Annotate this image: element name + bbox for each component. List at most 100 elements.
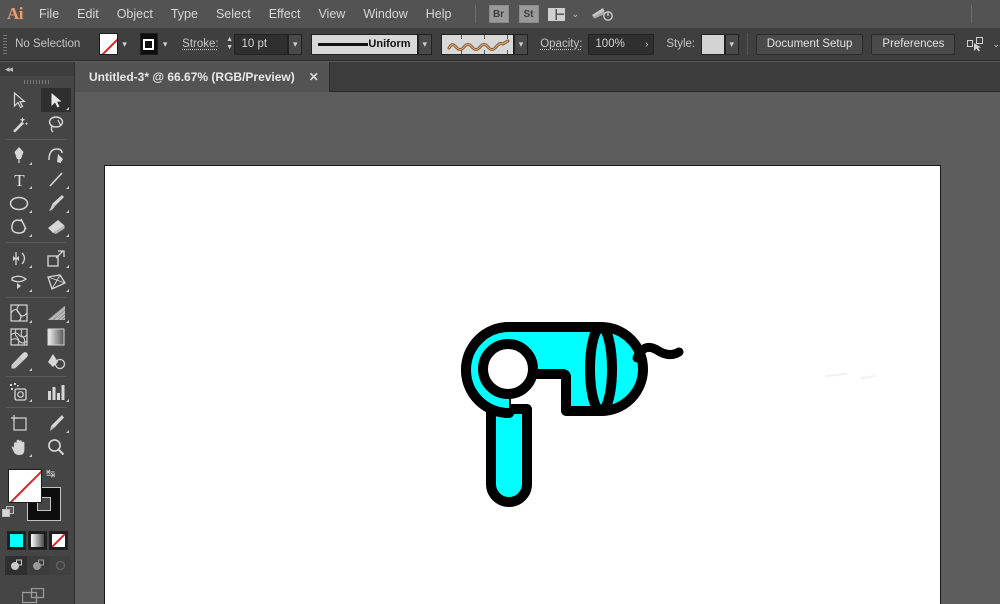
hair-dryer-nozzle xyxy=(590,327,612,411)
stock-button[interactable]: St xyxy=(519,5,539,23)
control-bar-divider xyxy=(747,33,748,55)
tool-gradient[interactable] xyxy=(41,325,71,349)
tool-flyout-indicator xyxy=(66,320,69,323)
default-fill-stroke-icon[interactable] xyxy=(2,506,16,520)
tool-eraser[interactable] xyxy=(41,215,71,239)
tool-flyout-indicator xyxy=(29,162,32,165)
tool-perspective-grid[interactable] xyxy=(41,301,71,325)
tools-panel-header[interactable]: ◂◂ xyxy=(0,62,74,76)
tool-direct-selection[interactable] xyxy=(41,88,71,112)
tool-type[interactable]: T xyxy=(4,167,34,191)
fill-stroke-indicator: ↹ xyxy=(0,465,75,527)
opacity-label: Opacity: xyxy=(540,38,582,50)
tool-magic-wand[interactable] xyxy=(4,112,34,136)
tool-flyout-indicator xyxy=(29,186,32,189)
tool-slice[interactable] xyxy=(41,411,71,435)
graphic-style-caret[interactable]: ▾ xyxy=(725,34,739,55)
close-icon[interactable]: ✕ xyxy=(309,70,319,84)
tool-paintbrush[interactable] xyxy=(41,191,71,215)
tool-zoom[interactable] xyxy=(41,435,71,459)
draw-normal-button[interactable] xyxy=(5,556,27,575)
tool-shape-builder[interactable] xyxy=(4,301,34,325)
stroke-weight-input[interactable]: 10 pt xyxy=(234,34,288,55)
opacity-input[interactable]: 100% xyxy=(588,34,640,55)
tools-panel-grip[interactable] xyxy=(0,76,74,88)
tool-selection[interactable] xyxy=(4,88,34,112)
color-swatch-button[interactable] xyxy=(7,531,26,550)
collapse-panel-icon[interactable]: ◂◂ xyxy=(5,64,12,75)
arrange-documents-caret[interactable]: ⌄ xyxy=(572,9,580,20)
tool-flyout-indicator xyxy=(66,289,69,292)
menu-select[interactable]: Select xyxy=(207,0,260,28)
fill-indicator-swatch[interactable] xyxy=(8,469,42,503)
align-objects-icon[interactable] xyxy=(967,37,985,52)
opacity-expand-button[interactable]: › xyxy=(640,34,654,55)
tool-curvature[interactable] xyxy=(41,143,71,167)
tool-flyout-indicator xyxy=(66,430,69,433)
swap-fill-stroke-icon[interactable]: ↹ xyxy=(46,467,60,481)
tool-symbol-sprayer[interactable] xyxy=(4,380,34,404)
fill-dropdown-caret[interactable]: ▾ xyxy=(118,33,132,55)
tool-lasso[interactable] xyxy=(41,112,71,136)
preferences-button[interactable]: Preferences xyxy=(871,34,955,55)
tool-hand[interactable] xyxy=(4,435,34,459)
tool-blend[interactable] xyxy=(41,349,71,373)
canvas-artifact-mark xyxy=(825,373,847,377)
menu-edit[interactable]: Edit xyxy=(68,0,108,28)
menu-help[interactable]: Help xyxy=(417,0,461,28)
width-profile-label: Uniform xyxy=(368,38,410,50)
change-screen-mode-button[interactable] xyxy=(22,587,48,604)
tool-artboard[interactable] xyxy=(4,411,34,435)
color-mode-row xyxy=(7,531,74,550)
brush-definition-selector[interactable] xyxy=(441,34,514,55)
document-tab-strip: Untitled-3* @ 66.67% (RGB/Preview) ✕ xyxy=(75,62,1000,92)
width-profile-caret[interactable]: ▾ xyxy=(418,34,432,55)
canvas-area[interactable] xyxy=(75,92,1000,604)
brush-definition-caret[interactable]: ▾ xyxy=(514,34,528,55)
gradient-swatch-button[interactable] xyxy=(28,531,47,550)
document-tab[interactable]: Untitled-3* @ 66.67% (RGB/Preview) ✕ xyxy=(75,62,330,92)
tool-flyout-indicator xyxy=(29,289,32,292)
tool-width[interactable] xyxy=(4,270,34,294)
stroke-weight-caret[interactable]: ▾ xyxy=(288,34,302,55)
hair-dryer-illustration[interactable] xyxy=(451,314,721,524)
tool-eyedropper[interactable] xyxy=(4,349,34,373)
arrange-documents-icon[interactable] xyxy=(548,8,565,21)
document-setup-button[interactable]: Document Setup xyxy=(756,34,864,55)
artboard[interactable] xyxy=(104,165,941,604)
menu-type[interactable]: Type xyxy=(162,0,207,28)
menu-object[interactable]: Object xyxy=(108,0,162,28)
tool-ellipse[interactable] xyxy=(4,191,34,215)
fill-color-swatch[interactable] xyxy=(99,33,117,55)
stroke-weight-stepper[interactable]: ▲▼ xyxy=(225,33,235,55)
tool-flyout-indicator xyxy=(29,234,32,237)
tool-flyout-indicator xyxy=(29,210,32,213)
tool-flyout-indicator xyxy=(29,454,32,457)
none-swatch-button[interactable] xyxy=(49,531,68,550)
tool-line-segment[interactable] xyxy=(41,167,71,191)
align-objects-caret[interactable]: ⌄ xyxy=(992,39,1000,50)
tools-divider xyxy=(6,242,67,243)
stroke-color-swatch[interactable] xyxy=(140,33,158,55)
tool-rotate[interactable] xyxy=(4,246,34,270)
workspace-switcher-icon[interactable] xyxy=(591,6,613,22)
menu-window[interactable]: Window xyxy=(354,0,416,28)
selection-status-label: No Selection xyxy=(9,38,99,50)
menu-file[interactable]: File xyxy=(30,0,68,28)
draw-behind-button[interactable] xyxy=(27,556,49,575)
graphic-style-swatch[interactable] xyxy=(701,34,724,55)
tool-free-transform[interactable] xyxy=(41,270,71,294)
draw-inside-button[interactable] xyxy=(49,556,71,575)
tool-scale[interactable] xyxy=(41,246,71,270)
menu-view[interactable]: View xyxy=(309,0,354,28)
tool-flyout-indicator xyxy=(66,399,69,402)
tool-shaper[interactable] xyxy=(4,215,34,239)
tool-pen[interactable] xyxy=(4,143,34,167)
menu-effect[interactable]: Effect xyxy=(260,0,310,28)
width-profile-selector[interactable]: Uniform xyxy=(311,34,417,55)
tool-column-graph[interactable] xyxy=(41,380,71,404)
stroke-dropdown-caret[interactable]: ▾ xyxy=(158,33,172,55)
tool-mesh[interactable] xyxy=(4,325,34,349)
bridge-button[interactable]: Br xyxy=(489,5,509,23)
control-bar-grip[interactable] xyxy=(0,28,9,61)
